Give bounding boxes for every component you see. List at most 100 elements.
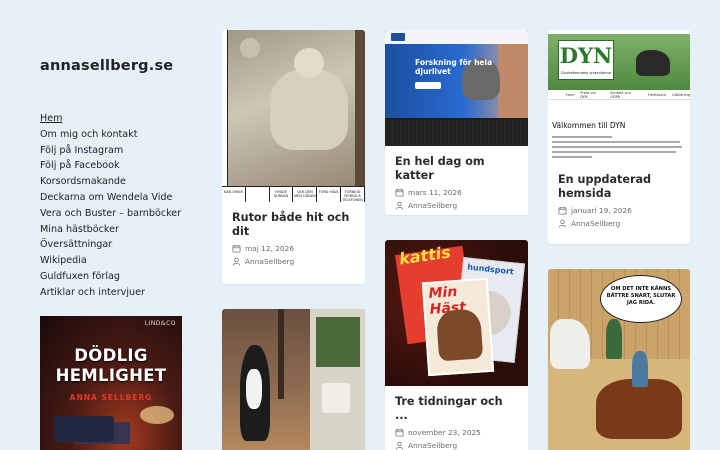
comic-brown-horse [596, 379, 682, 439]
post-image-dog[interactable] [222, 309, 365, 450]
post-author: AnnaSellberg [232, 257, 354, 266]
post-card: DYN Djurbeteendets yrkesnämnd Hem Prata … [548, 30, 690, 244]
text-line [552, 136, 612, 138]
crossword-cell: FÖRBJUD NORDICA TELEFONEN [341, 187, 365, 202]
nav-item-hastbocker[interactable]: Mina hästböcker [40, 222, 190, 238]
post-date-text[interactable]: november 23, 2025 [408, 428, 481, 437]
horse-cover-photo [435, 308, 484, 362]
post-date-text[interactable]: maj 12, 2026 [245, 244, 294, 253]
calendar-icon [558, 206, 567, 215]
post-image-laptop[interactable]: Forskning för hela djurlivet [385, 30, 528, 146]
nav-item-hem[interactable]: Hem [40, 111, 190, 127]
plants-photo [316, 317, 360, 367]
calendar-icon [395, 428, 404, 437]
post-date: november 23, 2025 [395, 428, 517, 437]
nav-item-facebook[interactable]: Följ på Facebook [40, 158, 190, 174]
post-image-dyn[interactable]: DYN Djurbeteendets yrkesnämnd Hem Prata … [548, 30, 690, 164]
user-icon [558, 219, 567, 228]
nav-item-artiklar[interactable]: Artiklar och intervjuer [40, 285, 190, 301]
nav-item-vera-buster[interactable]: Vera och Buster – barnböcker [40, 206, 190, 222]
railing [278, 309, 284, 399]
post-date: maj 12, 2026 [232, 244, 354, 253]
post-card: Forskning för hela djurlivet En hel dag … [385, 30, 528, 215]
statue-head [294, 48, 324, 78]
post-card: KAN ÖMAR HYADE KURVAN VAR DEN MED UDDEN … [222, 30, 365, 284]
book-title-line2: HEMLIGHET [55, 366, 167, 385]
nav-item-deckarna[interactable]: Deckarna om Wendela Vide [40, 190, 190, 206]
main-nav: Hem Om mig och kontakt Följ på Instagram… [40, 111, 190, 301]
book-title-line1: DÖDLIG [74, 346, 148, 365]
statue-head-small [240, 38, 260, 58]
screen-text-1: Forskning för hela [415, 58, 493, 67]
collage-right [310, 309, 365, 450]
crossword-cell: KAN ÖMAR [222, 187, 246, 202]
text-line [552, 151, 676, 153]
post-date-text[interactable]: mars 11, 2026 [408, 188, 462, 197]
dyn-nav-item: Föreläsare [647, 92, 667, 97]
screen-headline: Forskning för hela djurlivet [415, 58, 492, 76]
crossword-cell: FÖRA HÄVA [317, 187, 342, 202]
dyn-logo: DYN Djurbeteendets yrkesnämnd [558, 40, 614, 80]
post-author: AnnaSellberg [395, 201, 517, 210]
post-card: kattis hundsport Min Häst Tre tidningar … [385, 240, 528, 450]
post-title[interactable]: En uppdaterad hemsida [558, 173, 679, 200]
book-gifts-illustration [54, 416, 114, 442]
post-author: AnnaSellberg [395, 441, 517, 450]
nav-item-om-mig[interactable]: Om mig och kontakt [40, 127, 190, 143]
post-author-text[interactable]: AnnaSellberg [408, 441, 457, 450]
comic-person [606, 319, 622, 359]
magazine-hundsport-title: hundsport [466, 262, 515, 277]
comic-white-horse [550, 319, 590, 369]
post-date: januari 19, 2026 [558, 206, 679, 215]
screen-text-2: djurlivet [415, 67, 451, 76]
post-title[interactable]: Tre tidningar och ... [395, 395, 517, 422]
magazine-min-hast: Min Häst [421, 277, 495, 377]
cup-photo [322, 383, 350, 413]
nav-item-wikipedia[interactable]: Wikipedia [40, 253, 190, 269]
post-author-text[interactable]: AnnaSellberg [571, 219, 620, 228]
comic-rider [632, 351, 648, 387]
post-image-comic[interactable]: OM DET INTE KÄNNS BÄTTRE SNART, SLUTAR J… [548, 269, 690, 450]
post-card [222, 309, 365, 450]
comic-speech-bubble: OM DET INTE KÄNNS BÄTTRE SNART, SLUTAR J… [600, 275, 682, 323]
crossword-edge [222, 30, 228, 202]
nav-item-guldfuxen[interactable]: Guldfuxen förlag [40, 269, 190, 285]
post-date-text[interactable]: januari 19, 2026 [571, 206, 632, 215]
dog-chest [246, 369, 262, 409]
text-line [552, 156, 592, 158]
text-line [552, 141, 680, 143]
post-author-text[interactable]: AnnaSellberg [408, 201, 457, 210]
dyn-heading: Välkommen till DYN [552, 121, 626, 130]
book-cover-image[interactable]: LIND&CO DÖDLIG HEMLIGHET ANNA SELLBERG [40, 316, 182, 450]
site-title[interactable]: annasellberg.se [40, 58, 190, 74]
calendar-icon [232, 244, 241, 253]
dyn-nav-item: Kontakt och GDPR [610, 90, 632, 99]
post-image-statue[interactable]: KAN ÖMAR HYADE KURVAN VAR DEN MED UDDEN … [222, 30, 365, 202]
calendar-icon [395, 188, 404, 197]
statue-shadow [355, 30, 365, 202]
post-image-magazines[interactable]: kattis hundsport Min Häst [385, 240, 528, 386]
dyn-nav-item: Prata om DYN [580, 90, 597, 99]
book-publisher: LIND&CO [144, 320, 176, 327]
keyboard [385, 120, 528, 146]
user-icon [395, 441, 404, 450]
screen-button [415, 82, 441, 89]
nav-item-korsord[interactable]: Korsordsmakande [40, 174, 190, 190]
dyn-nav-item: Utbildning [672, 92, 690, 97]
website-logo [391, 33, 405, 41]
dyn-nav-item: Hem [566, 92, 575, 97]
nav-item-oversattningar[interactable]: Översättningar [40, 237, 190, 253]
dog-photo [636, 50, 670, 76]
post-title[interactable]: Rutor både hit och dit [232, 211, 354, 238]
post-author-text[interactable]: AnnaSellberg [245, 257, 294, 266]
statue-body [270, 70, 348, 150]
dyn-logo-text: DYN [559, 43, 613, 68]
post-date: mars 11, 2026 [395, 188, 517, 197]
book-lamp-glow [140, 406, 174, 424]
crossword-strip: KAN ÖMAR HYADE KURVAN VAR DEN MED UDDEN … [222, 186, 365, 202]
crossword-cell: VAR DEN MED UDDEN [293, 187, 318, 202]
crossword-cell [246, 187, 270, 202]
post-card: OM DET INTE KÄNNS BÄTTRE SNART, SLUTAR J… [548, 269, 690, 450]
post-title[interactable]: En hel dag om katter [395, 155, 517, 182]
nav-item-instagram[interactable]: Följ på Instagram [40, 143, 190, 159]
